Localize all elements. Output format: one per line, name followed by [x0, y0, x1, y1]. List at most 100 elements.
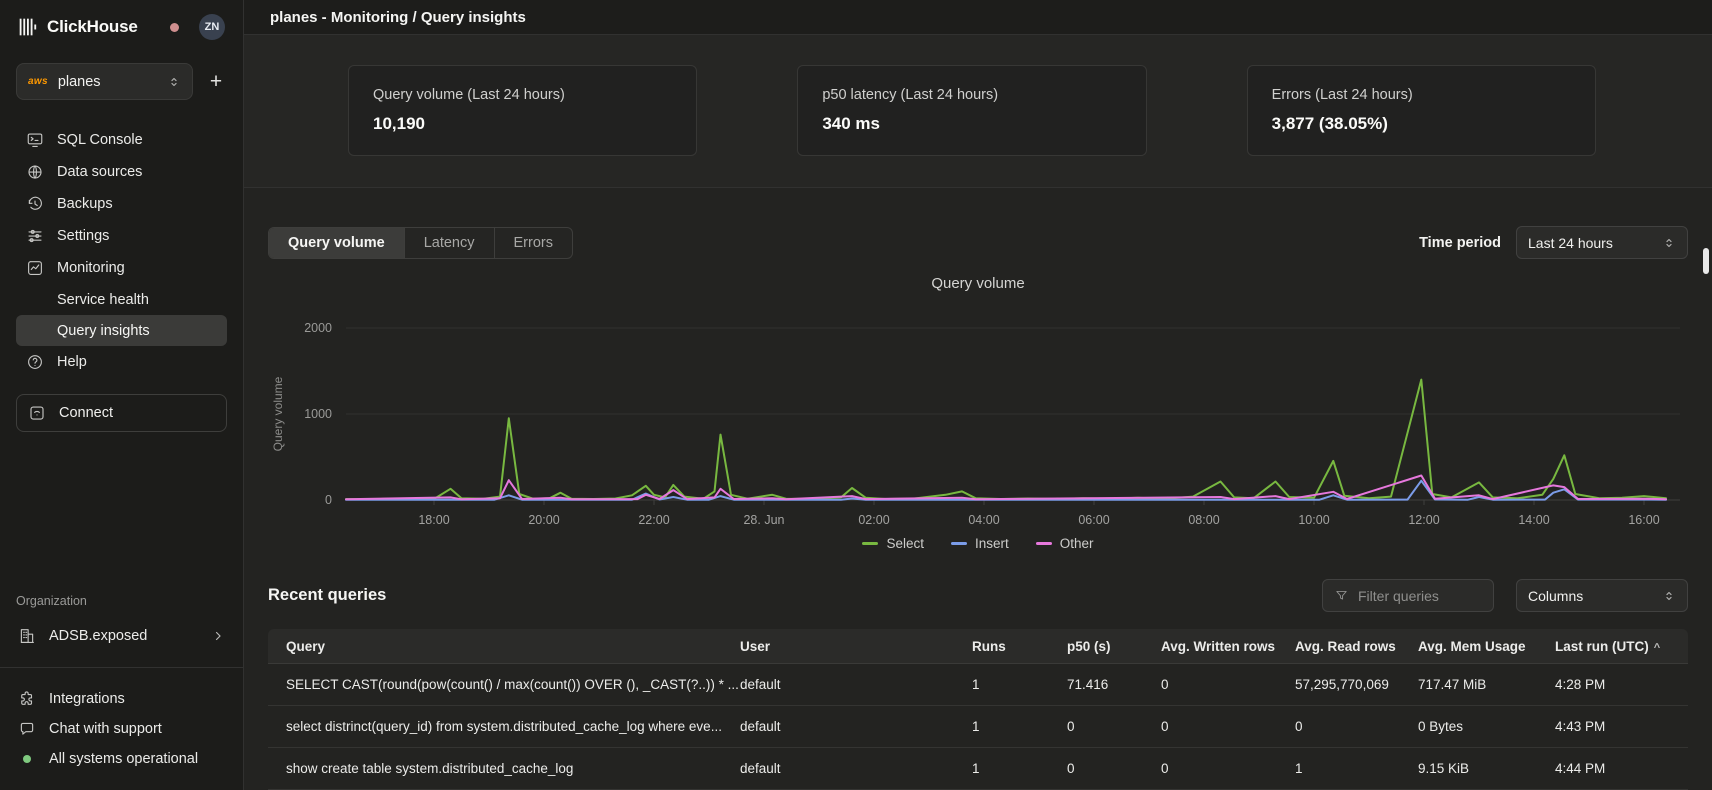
cell-last-run-utc: 4:44 PM [1555, 761, 1688, 776]
legend-item-select[interactable]: Select [862, 536, 924, 551]
sidebar-subitem-query-insights[interactable]: Query insights [16, 315, 227, 346]
sidebar: ClickHouse ZN aws planes + SQL Console Da… [0, 0, 244, 790]
cell-avg-mem-usage: 0 Bytes [1418, 719, 1555, 734]
column-header-query[interactable]: Query [286, 639, 740, 654]
column-header-last-run-utc[interactable]: Last run (UTC)^ [1555, 639, 1688, 654]
cell-avg-read-rows: 0 [1295, 719, 1418, 734]
x-tick-label: 12:00 [1408, 513, 1439, 527]
cell-avg-written-rows: 0 [1161, 761, 1295, 776]
series-select [346, 380, 1666, 500]
organization-name: ADSB.exposed [49, 628, 147, 644]
cell-avg-written-rows: 0 [1161, 677, 1295, 692]
organization-item[interactable]: ADSB.exposed [16, 621, 227, 651]
cell-p50-s: 0 [1067, 761, 1161, 776]
cell-query: select distrinct(query_id) from system.d… [286, 719, 740, 734]
cell-avg-read-rows: 1 [1295, 761, 1418, 776]
data-sources-icon [26, 163, 44, 181]
backups-icon [26, 195, 44, 213]
stat-card-errors: Errors (Last 24 hours) 3,877 (38.05%) [1247, 65, 1596, 156]
x-tick-label: 18:00 [418, 513, 449, 527]
filter-queries-input[interactable]: Filter queries [1322, 579, 1494, 612]
stat-value: 340 ms [822, 114, 1121, 134]
settings-icon [26, 227, 44, 245]
tab-errors[interactable]: Errors [495, 228, 572, 258]
stat-value: 10,190 [373, 114, 672, 134]
stat-value: 3,877 (38.05%) [1272, 114, 1571, 134]
sidebar-footer-chat-with-support[interactable]: Chat with support [18, 714, 225, 744]
connect-button[interactable]: Connect [16, 394, 227, 432]
legend-swatch [862, 542, 878, 545]
cell-p50-s: 71.416 [1067, 677, 1161, 692]
x-tick-label: 22:00 [638, 513, 669, 527]
footer-item-label: All systems operational [49, 751, 198, 767]
clickhouse-logo-icon [18, 17, 38, 37]
app-root: ClickHouse ZN aws planes + SQL Console Da… [0, 0, 1712, 790]
building-icon [18, 627, 36, 645]
legend-swatch [951, 542, 967, 545]
x-tick-label: 20:00 [528, 513, 559, 527]
chevrons-up-down-icon [167, 75, 181, 89]
sidebar-item-label: Settings [57, 228, 109, 244]
column-header-p50-s[interactable]: p50 (s) [1067, 639, 1161, 654]
tab-query-volume[interactable]: Query volume [269, 228, 405, 258]
legend-item-insert[interactable]: Insert [951, 536, 1009, 551]
scrollbar-thumb[interactable] [1703, 248, 1709, 274]
sidebar-footer-integrations[interactable]: Integrations [18, 684, 225, 714]
column-header-avg-written-rows[interactable]: Avg. Written rows [1161, 639, 1295, 654]
sidebar-footer-all-systems-operational[interactable]: All systems operational [18, 744, 225, 774]
sidebar-nav: SQL Console Data sources Backups Settings Mo… [16, 124, 227, 378]
page-title: planes - Monitoring / Query insights [244, 0, 1712, 35]
monitoring-icon [26, 259, 44, 277]
chart-legend: Select Insert Other [268, 536, 1688, 551]
cell-avg-mem-usage: 717.47 MiB [1418, 677, 1555, 692]
stat-card-query-volume: Query volume (Last 24 hours) 10,190 [348, 65, 697, 156]
sidebar-item-help[interactable]: Help [16, 346, 227, 378]
x-tick-label: 06:00 [1078, 513, 1109, 527]
column-header-avg-read-rows[interactable]: Avg. Read rows [1295, 639, 1418, 654]
sidebar-item-label: Service health [57, 292, 149, 308]
service-selector[interactable]: aws planes [16, 63, 193, 100]
table-row[interactable]: show create table system.distributed_cac… [268, 748, 1688, 790]
avatar[interactable]: ZN [199, 14, 225, 40]
sidebar-item-backups[interactable]: Backups [16, 188, 227, 220]
legend-label: Other [1060, 536, 1094, 551]
sidebar-item-monitoring[interactable]: Monitoring [16, 252, 227, 284]
footer-item-label: Integrations [49, 691, 125, 707]
y-axis-label: Query volume [271, 376, 285, 451]
service-row: aws planes + [16, 63, 227, 100]
aws-provider-icon: aws [28, 76, 48, 87]
table-row[interactable]: select distrinct(query_id) from system.d… [268, 706, 1688, 748]
x-tick-label: 04:00 [968, 513, 999, 527]
table-row[interactable]: SELECT CAST(round(pow(count() / max(coun… [268, 664, 1688, 706]
organization-section: Organization ADSB.exposed [16, 594, 227, 651]
sidebar-item-label: Data sources [57, 164, 142, 180]
organization-label: Organization [16, 594, 227, 608]
x-tick-label: 28. Jun [743, 513, 784, 527]
chart-canvas[interactable]: 01000200018:0020:0022:0028. Jun02:0004:0… [268, 294, 1688, 534]
chart-title: Query volume [268, 275, 1688, 292]
legend-item-other[interactable]: Other [1036, 536, 1094, 551]
sidebar-item-data-sources[interactable]: Data sources [16, 156, 227, 188]
tab-latency[interactable]: Latency [405, 228, 495, 258]
sql-console-icon [26, 131, 44, 149]
column-header-avg-mem-usage[interactable]: Avg. Mem Usage [1418, 639, 1555, 654]
time-period-label: Time period [1419, 235, 1501, 251]
chart-tab-group: Query volume Latency Errors [268, 227, 573, 259]
sidebar-item-sql-console[interactable]: SQL Console [16, 124, 227, 156]
filter-placeholder: Filter queries [1358, 588, 1439, 604]
add-service-button[interactable]: + [205, 71, 227, 93]
y-tick-label: 2000 [304, 321, 332, 335]
time-period-select[interactable]: Last 24 hours [1516, 226, 1688, 259]
stat-label: p50 latency (Last 24 hours) [822, 87, 1121, 103]
columns-select[interactable]: Columns [1516, 579, 1688, 612]
logo-text: ClickHouse [47, 17, 138, 37]
sidebar-subitem-service-health[interactable]: Service health [16, 284, 227, 315]
time-period-value: Last 24 hours [1528, 235, 1613, 251]
cell-runs: 1 [972, 677, 1067, 692]
x-tick-label: 08:00 [1188, 513, 1219, 527]
sidebar-item-settings[interactable]: Settings [16, 220, 227, 252]
column-header-user[interactable]: User [740, 639, 972, 654]
notification-dot [170, 23, 179, 32]
column-header-runs[interactable]: Runs [972, 639, 1067, 654]
stats-strip: Query volume (Last 24 hours) 10,190 p50 … [244, 35, 1712, 188]
